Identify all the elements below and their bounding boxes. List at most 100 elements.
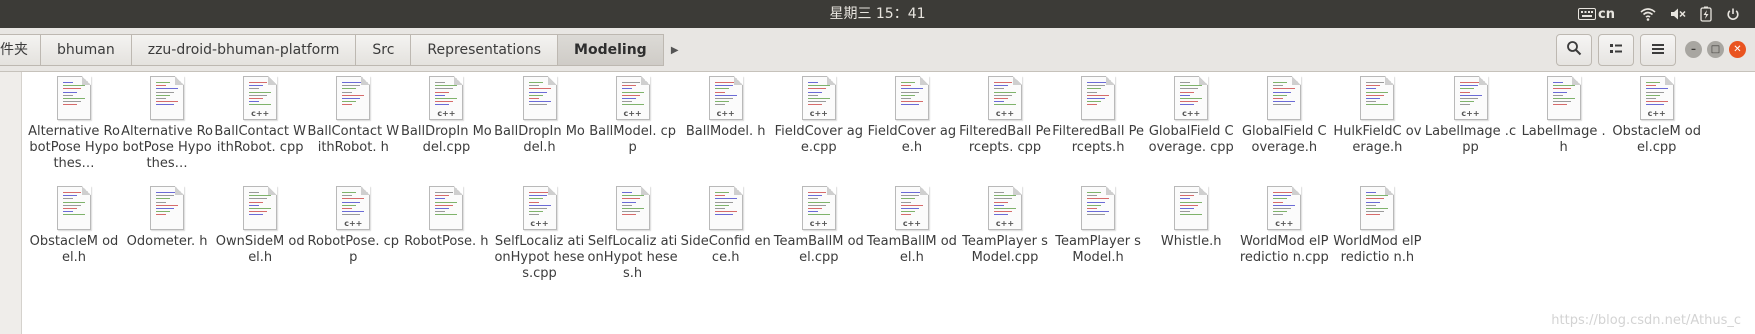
file-item[interactable]: BallContact WithRobot. h (307, 76, 399, 156)
header-file-icon (57, 76, 91, 120)
file-name: Odometer. h (126, 234, 208, 249)
file-name: ObstacleM odel.cpp (1612, 124, 1701, 155)
file-item[interactable]: HulkFieldC overage.h (1331, 76, 1423, 156)
keyboard-indicator[interactable]: cn (1578, 0, 1615, 28)
file-item[interactable]: c++ RobotPose. cpp (307, 186, 399, 266)
file-name: TeamPlayer sModel.cpp (962, 234, 1048, 265)
file-item[interactable]: WorldMod elPredictio n.h (1331, 186, 1423, 266)
breadcrumb-item[interactable]: bhuman (41, 34, 132, 66)
header-file-icon (894, 76, 929, 120)
file-name: WorldMod elPredictio n.h (1333, 234, 1422, 265)
cpp-file-icon: c++ (894, 186, 929, 230)
breadcrumb-item[interactable]: 件夹 (0, 34, 41, 66)
file-item[interactable]: SelfLocaliz ationHypot heses.h (587, 186, 679, 282)
maximize-button[interactable]: □ (1707, 41, 1724, 58)
cpp-file-icon: c++ (988, 186, 1022, 230)
file-name: TeamBallM odel.cpp (773, 234, 864, 265)
file-name: BallContact WithRobot. cpp (214, 124, 307, 155)
cpp-file-icon: c++ (243, 76, 278, 120)
header-file-icon (1546, 76, 1581, 120)
watermark: https://blog.csdn.net/Athus_c (1551, 313, 1741, 328)
file-name: SelfLocaliz ationHypot heses.cpp (494, 234, 585, 281)
file-item[interactable]: c++ TeamBallM odel.h (866, 186, 958, 266)
top-panel: 星期三 15：41 cn (0, 0, 1755, 28)
clock[interactable]: 星期三 15：41 (0, 0, 1755, 28)
cpp-file-icon: c++ (429, 76, 464, 120)
breadcrumb-next-button[interactable]: ▶ (664, 34, 686, 66)
file-item[interactable]: c++ BallDropIn Model.cpp (400, 76, 492, 156)
file-name: ObstacleM odel.h (29, 234, 119, 265)
file-item[interactable]: c++ FilteredBall Percepts. cpp (959, 76, 1051, 156)
file-item[interactable]: Whistle.h (1145, 186, 1237, 250)
file-name: BallModel. h (685, 124, 766, 139)
header-file-icon (243, 186, 278, 230)
header-file-icon (1174, 186, 1209, 230)
file-item[interactable]: LabelImage .h (1518, 76, 1610, 156)
view-toggle-button[interactable] (1598, 34, 1634, 66)
cpp-file-icon: c++ (708, 76, 743, 120)
file-item[interactable]: c++ BallContact WithRobot. cpp (214, 76, 306, 156)
sidebar-edge (0, 72, 22, 334)
file-name: TeamPlayer sModel.h (1055, 234, 1141, 265)
header-file-icon (615, 186, 650, 230)
file-item[interactable]: RobotPose. h (400, 186, 492, 250)
search-button[interactable] (1556, 34, 1592, 66)
header-file-icon (1267, 76, 1302, 120)
file-item[interactable]: c++ WorldMod elPredictio n.cpp (1238, 186, 1330, 266)
file-item[interactable]: TeamPlayer sModel.h (1052, 186, 1144, 266)
cpp-file-icon: c++ (336, 186, 371, 230)
file-name: SideConfid ence.h (680, 234, 771, 265)
file-name: FieldCover age.cpp (774, 124, 864, 155)
cpp-file-icon: c++ (1174, 76, 1209, 120)
file-item[interactable]: GlobalField Coverage.h (1238, 76, 1330, 156)
file-name: FieldCover age.h (867, 124, 957, 155)
cpp-file-icon: c++ (801, 76, 836, 120)
cpp-file-icon: c++ (615, 76, 650, 120)
wifi-icon[interactable] (1640, 7, 1656, 21)
header-file-icon (1081, 76, 1116, 120)
menu-button[interactable] (1640, 34, 1676, 66)
file-item[interactable]: FieldCover age.h (866, 76, 958, 156)
file-item[interactable]: c++ ObstacleM odel.cpp (1611, 76, 1703, 156)
file-item[interactable]: Alternative RobotPose Hypothes… (121, 76, 213, 172)
file-item[interactable]: c++ TeamPlayer sModel.cpp (959, 186, 1051, 266)
keyboard-layout-label: cn (1598, 6, 1615, 22)
file-item[interactable]: c++ BallModel. h (680, 76, 772, 140)
file-name: BallModel. cpp (589, 124, 676, 155)
file-name: BallDropIn Model.cpp (401, 124, 492, 155)
file-name: Alternative RobotPose Hypothes… (121, 124, 214, 171)
file-item[interactable]: c++ GlobalField Coverage. cpp (1145, 76, 1237, 156)
cpp-file-icon: c++ (1267, 186, 1302, 230)
breadcrumb-item[interactable]: Src (356, 34, 412, 66)
file-item[interactable]: c++ BallModel. cpp (587, 76, 679, 156)
file-item[interactable]: c++ TeamBallM odel.cpp (773, 186, 865, 266)
file-item[interactable]: BallDropIn Model.h (494, 76, 586, 156)
file-name: SelfLocaliz ationHypot heses.h (587, 234, 678, 281)
close-button[interactable]: ✕ (1729, 41, 1746, 58)
volume-muted-icon[interactable] (1670, 7, 1686, 21)
file-item[interactable]: SideConfid ence.h (680, 186, 772, 266)
breadcrumb: 件夹 bhuman zzu-droid-bhuman-platform Src … (0, 34, 686, 66)
breadcrumb-item-current[interactable]: Modeling (558, 34, 664, 66)
file-item[interactable]: OwnSideM odel.h (214, 186, 306, 266)
file-item[interactable]: c++ SelfLocaliz ationHypot heses.cpp (494, 186, 586, 282)
search-icon (1566, 40, 1582, 60)
battery-charging-icon[interactable] (1700, 6, 1712, 22)
system-menu-icon[interactable] (1726, 7, 1740, 21)
file-item[interactable]: ObstacleM odel.h (28, 186, 120, 266)
file-name: GlobalField Coverage.h (1241, 124, 1327, 155)
header-file-icon (336, 76, 371, 120)
file-item[interactable]: c++ LabelImage .cpp (1425, 76, 1517, 156)
header-file-icon (1360, 76, 1395, 120)
file-item[interactable]: c++ FieldCover age.cpp (773, 76, 865, 156)
maximize-icon: □ (1710, 44, 1721, 55)
file-name: RobotPose. cpp (307, 234, 400, 265)
list-view-icon (1609, 41, 1623, 60)
header-file-icon (1081, 186, 1116, 230)
file-item[interactable]: Odometer. h (121, 186, 213, 250)
file-item[interactable]: FilteredBall Percepts.h (1052, 76, 1144, 156)
minimize-button[interactable]: – (1685, 41, 1702, 58)
breadcrumb-item[interactable]: zzu-droid-bhuman-platform (131, 34, 357, 66)
file-item[interactable]: Alternative RobotPose Hypothes… (28, 76, 120, 172)
breadcrumb-item[interactable]: Representations (411, 34, 559, 66)
